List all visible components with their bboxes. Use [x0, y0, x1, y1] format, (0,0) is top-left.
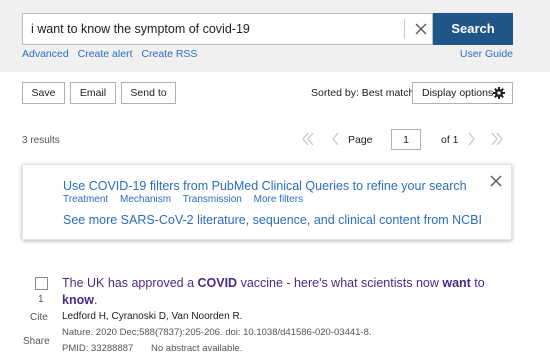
gear-icon: [493, 87, 505, 99]
covid-filters-banner: Use COVID-19 filters from PubMed Clinica…: [22, 164, 512, 240]
next-page-icon[interactable]: [463, 130, 479, 148]
result-authors: Ledford H, Cyranoski D, Van Noorden R.: [62, 311, 243, 322]
share-button[interactable]: Share: [23, 336, 50, 347]
no-abstract-label: No abstract available.: [151, 343, 243, 354]
search-button[interactable]: Search: [433, 13, 513, 45]
filter-treatment[interactable]: Treatment: [63, 194, 108, 205]
first-page-icon[interactable]: [300, 130, 316, 148]
save-button[interactable]: Save: [22, 82, 65, 104]
search-box: [22, 13, 433, 45]
user-guide-link[interactable]: User Guide: [460, 48, 513, 60]
sort-label[interactable]: Sorted by: Best match: [311, 87, 414, 99]
result-checkbox[interactable]: [35, 277, 48, 290]
filter-more[interactable]: More filters: [254, 194, 303, 205]
sars-cov-2-content-link[interactable]: See more SARS-CoV-2 literature, sequence…: [63, 213, 482, 227]
covid-filter-links: Treatment Mechanism Transmission More fi…: [63, 194, 312, 205]
create-rss-link[interactable]: Create RSS: [141, 48, 197, 60]
send-to-button[interactable]: Send to: [121, 82, 176, 104]
create-alert-link[interactable]: Create alert: [78, 48, 133, 60]
email-button[interactable]: Email: [70, 82, 116, 104]
last-page-icon[interactable]: [489, 130, 505, 148]
filter-transmission[interactable]: Transmission: [183, 194, 242, 205]
results-count: 3 results: [22, 135, 60, 146]
search-input[interactable]: [31, 14, 401, 44]
page-label: Page: [348, 134, 373, 146]
covid-filters-link[interactable]: Use COVID-19 filters from PubMed Clinica…: [63, 179, 467, 193]
close-icon[interactable]: [489, 174, 503, 188]
result-citation: Nature. 2020 Dec;588(7837):205-206. doi:…: [62, 327, 372, 338]
previous-page-icon[interactable]: [328, 130, 344, 148]
display-options-button[interactable]: Display options: [412, 82, 513, 104]
search-divider: [404, 19, 405, 39]
filter-mechanism[interactable]: Mechanism: [120, 194, 171, 205]
page-number-input[interactable]: [391, 129, 421, 150]
display-options-label: Display options: [422, 87, 494, 99]
cite-button[interactable]: Cite: [30, 312, 48, 323]
page-total-label: of 1: [441, 134, 459, 146]
result-number: 1: [38, 294, 44, 305]
search-sublinks: Advanced Create alert Create RSS: [22, 48, 203, 60]
result-pmid: PMID: 33288887: [62, 343, 134, 354]
advanced-link[interactable]: Advanced: [22, 48, 69, 60]
clear-icon[interactable]: [413, 20, 429, 38]
result-title-link[interactable]: The UK has approved a COVID vaccine - he…: [62, 275, 492, 309]
